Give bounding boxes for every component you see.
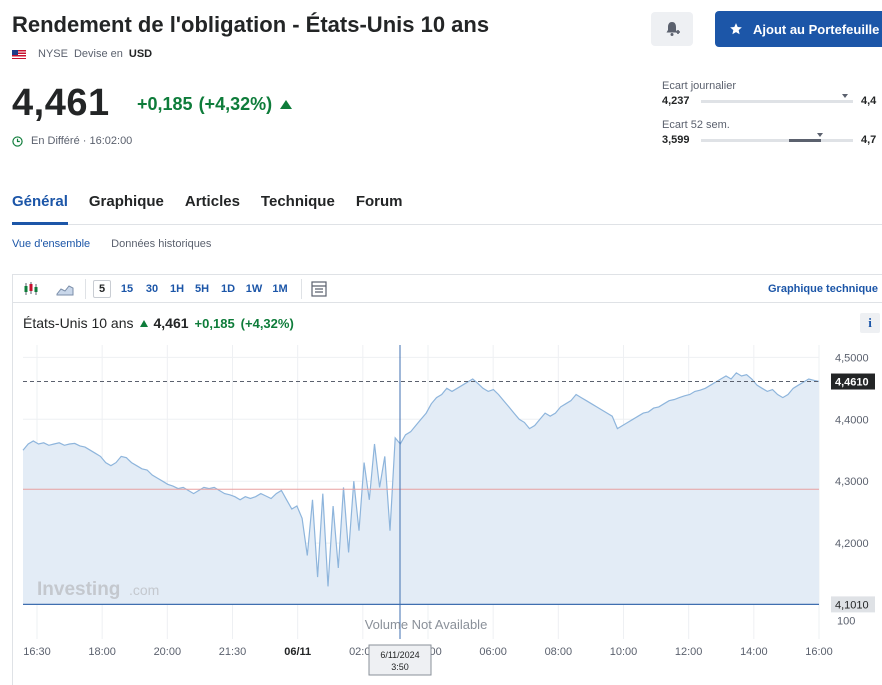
volume-axis-label: 100 [837,615,855,627]
chart-legend-change: +0,185 [194,315,235,331]
chart-legend-change-pct: (+4,32%) [240,315,294,331]
volume-not-available: Volume Not Available [365,617,488,632]
delay-status: En Différé · 16:02:00 [12,135,132,147]
daily-range: Ecart journalier 4,237 4,4 [662,80,882,107]
x-tick-label: 10:00 [610,646,638,658]
change-percent: (+4,32%) [198,94,273,114]
y-tick-label: 4,4000 [835,414,869,426]
price-area-fill [23,372,819,605]
add-to-portfolio-button[interactable]: Ajout au Portefeuille [715,11,882,47]
clock-icon [12,135,23,147]
tab-forum[interactable]: Forum [356,193,403,210]
watermark-suffix: .com [129,582,159,598]
price-chart: 4,5000 4,4000 4,3000 4,2000 4,4610 4,1010 100 I… [22,345,875,676]
y-tick-label: 4,3000 [835,476,869,488]
week52-range-fill [789,138,822,142]
current-price-label: 4,4610 [835,377,869,389]
week52-range-high: 4,7 [861,134,877,146]
tabs-divider [12,224,882,225]
active-tab-indicator [12,222,68,225]
week52-range-marker [816,132,823,137]
week52-range-label: Ecart 52 sem. [662,119,730,131]
main-tabs: Général Graphique Articles Technique For… [12,193,403,210]
x-tick-label: 21:30 [219,646,247,658]
x-tick-label: 16:00 [805,646,833,658]
x-tick-label: 08:00 [545,646,573,658]
chart-info-button[interactable]: i [860,313,880,333]
sub-tabs: Vue d'ensemble Données historiques [12,238,211,250]
daily-range-bar [701,93,853,103]
tab-technical[interactable]: Technique [261,193,335,210]
last-price: 4,461 [12,82,110,124]
subtab-historical-data[interactable]: Données historiques [111,238,211,250]
exchange-label: NYSE [38,48,68,60]
daily-range-high: 4,4 [861,95,877,107]
min-price-label: 4,1010 [835,599,869,611]
subtab-overview[interactable]: Vue d'ensemble [12,238,90,250]
tab-chart[interactable]: Graphique [89,193,164,210]
bell-plus-icon [666,22,680,36]
crosshair-time: 3:50 [391,662,409,672]
x-tick-label: 18:00 [88,646,116,658]
chart-legend: États-Unis 10 ans 4,461 +0,185 (+4,32%) [23,315,294,331]
currency-value: USD [128,48,153,60]
daily-range-low: 4,237 [662,95,690,107]
star-icon [730,23,742,35]
x-tick-label: 14:00 [740,646,768,658]
us-flag-icon [12,49,26,59]
instrument-meta: NYSE Devise en USD [12,48,152,60]
x-tick-label: 06:00 [479,646,507,658]
currency-label: Devise en [73,48,123,60]
x-tick-label: 06/11 [284,646,311,658]
y-tick-label: 4,2000 [835,538,869,550]
chart-legend-price: 4,461 [153,315,189,331]
daily-range-label: Ecart journalier [662,80,736,92]
up-arrow-icon [280,100,293,109]
price-change: +0,185 (+4,32%) [137,94,293,115]
chart-widget: 5 15 30 1H 5H 1D 1W 1M Graphique techniq… [12,274,882,685]
chart-legend-name: États-Unis 10 ans [23,315,134,331]
x-tick-label: 20:00 [154,646,182,658]
x-tick-label: 12:00 [675,646,703,658]
crosshair-date: 6/11/2024 [380,650,419,660]
week52-range: Ecart 52 sem. 3,599 4,7 [662,119,882,146]
y-tick-label: 4,5000 [835,352,869,364]
delay-text: En Différé · 16:02:00 [31,135,133,147]
create-alert-button[interactable] [651,12,693,46]
week52-range-low: 3,599 [662,134,690,146]
investing-watermark: Investing [37,579,120,600]
add-to-portfolio-label: Ajout au Portefeuille [753,21,880,37]
x-tick-label: 16:30 [23,646,51,658]
tab-articles[interactable]: Articles [185,193,240,210]
legend-up-arrow-icon [139,319,148,327]
week52-range-bar [701,132,853,142]
page-title: Rendement de l'obligation - États-Unis 1… [12,12,490,37]
tab-general[interactable]: Général [12,193,68,210]
daily-range-marker [842,93,849,98]
change-value: +0,185 [137,94,193,114]
